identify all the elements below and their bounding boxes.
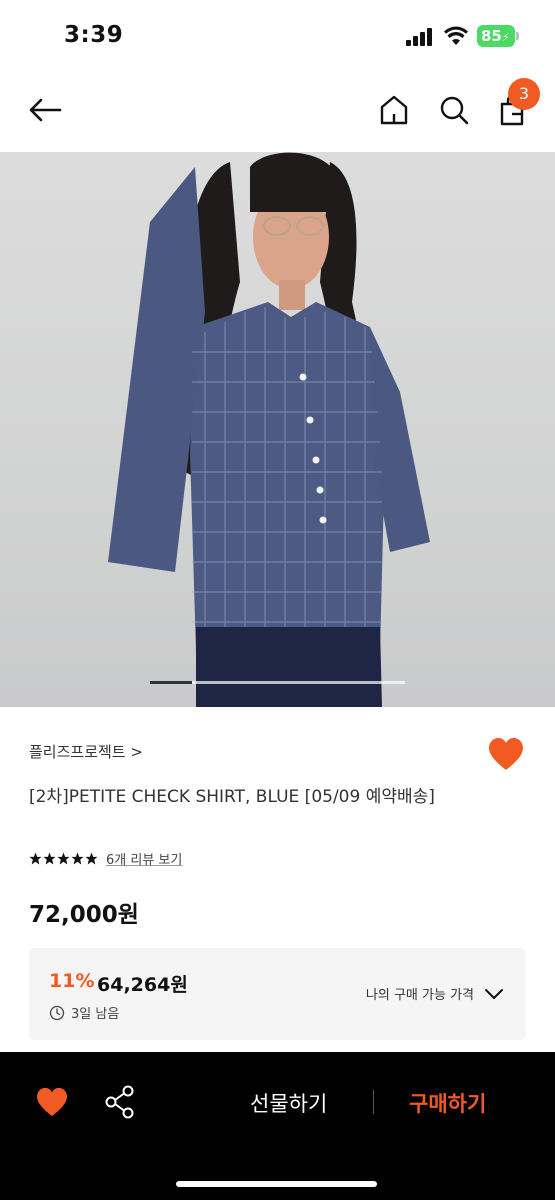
product-image[interactable]	[0, 152, 555, 707]
star-icon	[85, 852, 98, 865]
discount-panel[interactable]: 11% 64,264원 3일 남음 나의 구매 가능 가격	[29, 948, 526, 1040]
search-icon	[440, 96, 469, 125]
battery-icon: 85⚡	[477, 25, 515, 47]
wishlist-button[interactable]	[487, 737, 525, 771]
share-button[interactable]	[104, 1085, 136, 1119]
rating: 6개 리뷰 보기	[29, 849, 182, 868]
home-indicator	[176, 1181, 377, 1187]
product-price: 72,000원	[29, 902, 139, 928]
header	[0, 72, 555, 152]
brand-link[interactable]: 플리즈프로젝트 >	[29, 741, 143, 762]
status-bar: 3:39 85⚡	[0, 0, 555, 72]
discount-price: 64,264원	[97, 974, 188, 996]
search-button[interactable]	[434, 90, 474, 130]
battery-cap	[516, 32, 519, 40]
clock-icon	[49, 1005, 65, 1020]
back-button[interactable]	[22, 90, 68, 130]
share-icon	[105, 1085, 134, 1119]
signal-icon	[406, 28, 436, 46]
time-left: 3일 남음	[49, 1003, 119, 1022]
product-title: [2차]PETITE CHECK SHIRT, BLUE [05/09 예약배송…	[29, 787, 435, 807]
home-icon	[380, 95, 408, 125]
back-arrow-icon	[29, 98, 62, 122]
home-button[interactable]	[374, 90, 414, 130]
discount-rate: 11%	[49, 970, 95, 992]
product-photo	[108, 152, 430, 707]
star-icon	[71, 852, 84, 865]
gift-button[interactable]: 선물하기	[250, 1088, 327, 1118]
my-price-label: 나의 구매 가능 가격	[365, 988, 474, 1003]
wishlist-bottom-button[interactable]	[35, 1087, 69, 1117]
buy-button[interactable]: 구매하기	[409, 1088, 486, 1118]
divider	[373, 1090, 374, 1114]
my-price-toggle[interactable]: 나의 구매 가능 가격	[366, 984, 504, 1003]
chevron-down-icon	[485, 988, 503, 999]
bottom-action-bar: 선물하기 구매하기	[0, 1052, 555, 1200]
review-link[interactable]: 6개 리뷰 보기	[106, 849, 182, 868]
star-icon	[43, 852, 56, 865]
star-icon	[57, 852, 70, 865]
battery-level: 85	[481, 27, 502, 45]
heart-icon	[489, 738, 523, 770]
heart-icon	[37, 1087, 67, 1117]
cart-count-badge: 3	[508, 78, 540, 110]
time-left-label: 3일 남음	[71, 1007, 120, 1022]
carousel-indicator	[150, 681, 192, 684]
wifi-icon	[444, 26, 468, 45]
status-time: 3:39	[64, 22, 124, 48]
star-icon	[29, 852, 42, 865]
